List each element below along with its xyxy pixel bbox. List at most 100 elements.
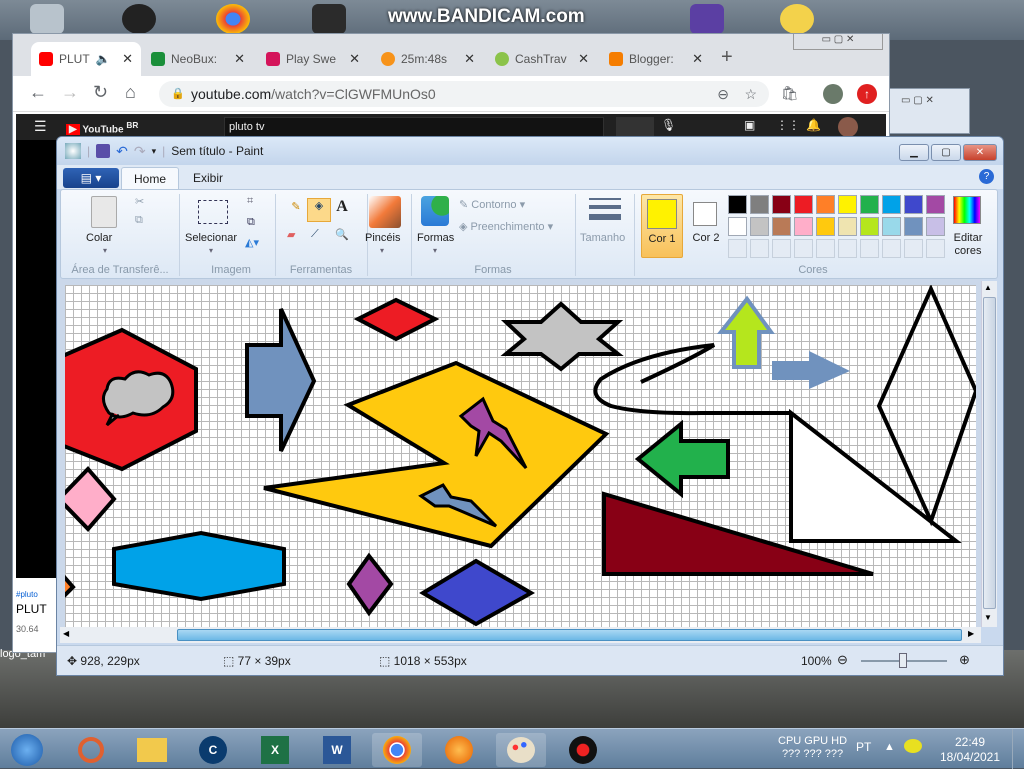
- scroll-left-icon[interactable]: ◀: [63, 629, 69, 638]
- zoom-slider-thumb[interactable]: [899, 653, 907, 668]
- brushes-button[interactable]: Pincéis: [365, 232, 400, 244]
- clock[interactable]: 22:49 18/04/2021: [938, 735, 1002, 765]
- scroll-down-icon[interactable]: ▼: [984, 613, 992, 622]
- palette-swatch[interactable]: [816, 195, 835, 214]
- maximize-button[interactable]: ▢: [931, 144, 961, 161]
- brushes-dropdown-icon[interactable]: ▾: [380, 246, 384, 255]
- outline-button[interactable]: ✎ Contorno ▾: [459, 198, 525, 211]
- scroll-right-icon[interactable]: ▶: [968, 629, 974, 638]
- redo-icon[interactable]: ↷: [134, 143, 146, 160]
- chrome-desktop-icon[interactable]: [216, 4, 250, 34]
- palette-swatch[interactable]: [838, 195, 857, 214]
- palette-custom-slot[interactable]: [728, 239, 747, 258]
- quick-access-dropdown-icon[interactable]: ▾: [152, 146, 157, 157]
- save-icon[interactable]: [96, 144, 111, 158]
- paste-dropdown-icon[interactable]: ▾: [103, 246, 107, 255]
- drawing-canvas[interactable]: [65, 285, 976, 627]
- palette-custom-slot[interactable]: [904, 239, 923, 258]
- paint-app-icon[interactable]: [65, 143, 81, 159]
- notifications-icon[interactable]: 🔔: [806, 118, 821, 132]
- zoom-icon[interactable]: ⊖: [717, 81, 729, 107]
- crop-icon[interactable]: ⌗: [247, 195, 253, 208]
- palette-swatch[interactable]: [882, 217, 901, 236]
- reload-icon[interactable]: ↻: [93, 82, 108, 103]
- close-tab-icon[interactable]: ✕: [349, 51, 360, 67]
- forward-icon[interactable]: →: [61, 82, 79, 103]
- fill-button[interactable]: ◈ Preenchimento ▾: [459, 220, 553, 233]
- vertical-scroll-thumb[interactable]: [983, 297, 996, 609]
- horizontal-scroll-thumb[interactable]: [177, 629, 962, 641]
- palette-custom-slot[interactable]: [882, 239, 901, 258]
- palette-swatch[interactable]: [772, 195, 791, 214]
- new-tab-button[interactable]: +: [721, 46, 733, 69]
- palette-custom-slot[interactable]: [772, 239, 791, 258]
- shapes-button[interactable]: Formas: [417, 232, 454, 244]
- shapes-dropdown-icon[interactable]: ▾: [433, 246, 437, 255]
- palette-swatch[interactable]: [904, 217, 923, 236]
- palette-swatch[interactable]: [728, 195, 747, 214]
- youtube-search-button[interactable]: [616, 117, 654, 137]
- taskbar-app-icon[interactable]: [66, 733, 116, 767]
- palette-custom-slot[interactable]: [926, 239, 945, 258]
- update-icon[interactable]: ↑: [857, 84, 877, 104]
- fill-tool[interactable]: ◈: [307, 198, 331, 222]
- size-icon[interactable]: [589, 198, 621, 220]
- shapes-icon[interactable]: [421, 196, 449, 226]
- file-explorer-icon[interactable]: [127, 733, 177, 767]
- palette-custom-slot[interactable]: [750, 239, 769, 258]
- profile-avatar[interactable]: [823, 84, 843, 104]
- show-desktop-button[interactable]: [1012, 729, 1024, 769]
- speaker-icon[interactable]: 🔈: [96, 52, 111, 66]
- zoom-out-button[interactable]: ⊖: [837, 652, 848, 668]
- brushes-icon[interactable]: [369, 196, 401, 228]
- copy-icon[interactable]: ⧉: [135, 214, 143, 227]
- paint-taskbar-icon[interactable]: [496, 733, 546, 767]
- background-window[interactable]: ▭ ▢ ✕: [888, 88, 970, 134]
- palette-swatch[interactable]: [860, 195, 879, 214]
- bookmark-star-icon[interactable]: ☆: [744, 81, 757, 107]
- palette-swatch[interactable]: [838, 217, 857, 236]
- tab-bitcoin[interactable]: 25m:48s ✕: [373, 42, 483, 76]
- color-picker-tool[interactable]: ⟋: [311, 228, 319, 241]
- tab-play-swe[interactable]: Play Swe ✕: [258, 42, 368, 76]
- vertical-scrollbar[interactable]: ▲ ▼: [981, 281, 997, 627]
- word-icon[interactable]: W: [312, 733, 362, 767]
- create-video-icon[interactable]: ▣: [744, 118, 755, 132]
- palette-custom-slot[interactable]: [838, 239, 857, 258]
- hw-monitor[interactable]: CPU GPU HD??? ??? ???: [778, 735, 847, 761]
- tab-cashtrav[interactable]: CashTrav ✕: [487, 42, 597, 76]
- ccleaner-icon[interactable]: C: [188, 733, 238, 767]
- chrome-taskbar-icon[interactable]: [372, 733, 422, 767]
- color1-button[interactable]: Cor 1: [641, 194, 683, 258]
- palette-swatch[interactable]: [926, 217, 945, 236]
- palette-swatch[interactable]: [860, 217, 879, 236]
- horizontal-scrollbar[interactable]: ◀ ▶: [60, 627, 981, 643]
- pencil-tool[interactable]: ✎: [285, 200, 307, 222]
- rotate-icon[interactable]: ◭▾: [245, 236, 259, 249]
- youtube-search-input[interactable]: pluto tv: [224, 117, 604, 137]
- tab-blogger[interactable]: Blogger: ✕: [601, 42, 711, 76]
- close-tab-icon[interactable]: ✕: [464, 51, 475, 67]
- palette-swatch[interactable]: [926, 195, 945, 214]
- cut-icon[interactable]: ✂: [135, 195, 144, 208]
- tab-home[interactable]: Home: [121, 167, 180, 189]
- scroll-up-icon[interactable]: ▲: [984, 283, 992, 292]
- zoom-in-button[interactable]: ⊕: [959, 652, 970, 668]
- zoom-slider[interactable]: [861, 653, 947, 668]
- tab-exibir[interactable]: Exibir: [181, 167, 235, 189]
- select-icon[interactable]: [198, 200, 228, 224]
- paste-icon[interactable]: [91, 196, 117, 228]
- eraser-tool[interactable]: ▰: [287, 228, 295, 241]
- palette-custom-slot[interactable]: [816, 239, 835, 258]
- minimize-button[interactable]: ▁: [899, 144, 929, 161]
- text-tool[interactable]: A: [331, 198, 353, 220]
- palette-custom-slot[interactable]: [794, 239, 813, 258]
- size-button[interactable]: Tamanho: [580, 232, 625, 244]
- app-desktop-icon-2[interactable]: [780, 4, 814, 34]
- tray-app-icon[interactable]: [904, 739, 922, 753]
- palette-swatch[interactable]: [904, 195, 923, 214]
- window-controls[interactable]: ▭ ▢ ✕: [901, 95, 961, 109]
- undo-icon[interactable]: ↶: [116, 143, 128, 160]
- palette-swatch[interactable]: [794, 195, 813, 214]
- home-icon[interactable]: ⌂: [125, 82, 136, 103]
